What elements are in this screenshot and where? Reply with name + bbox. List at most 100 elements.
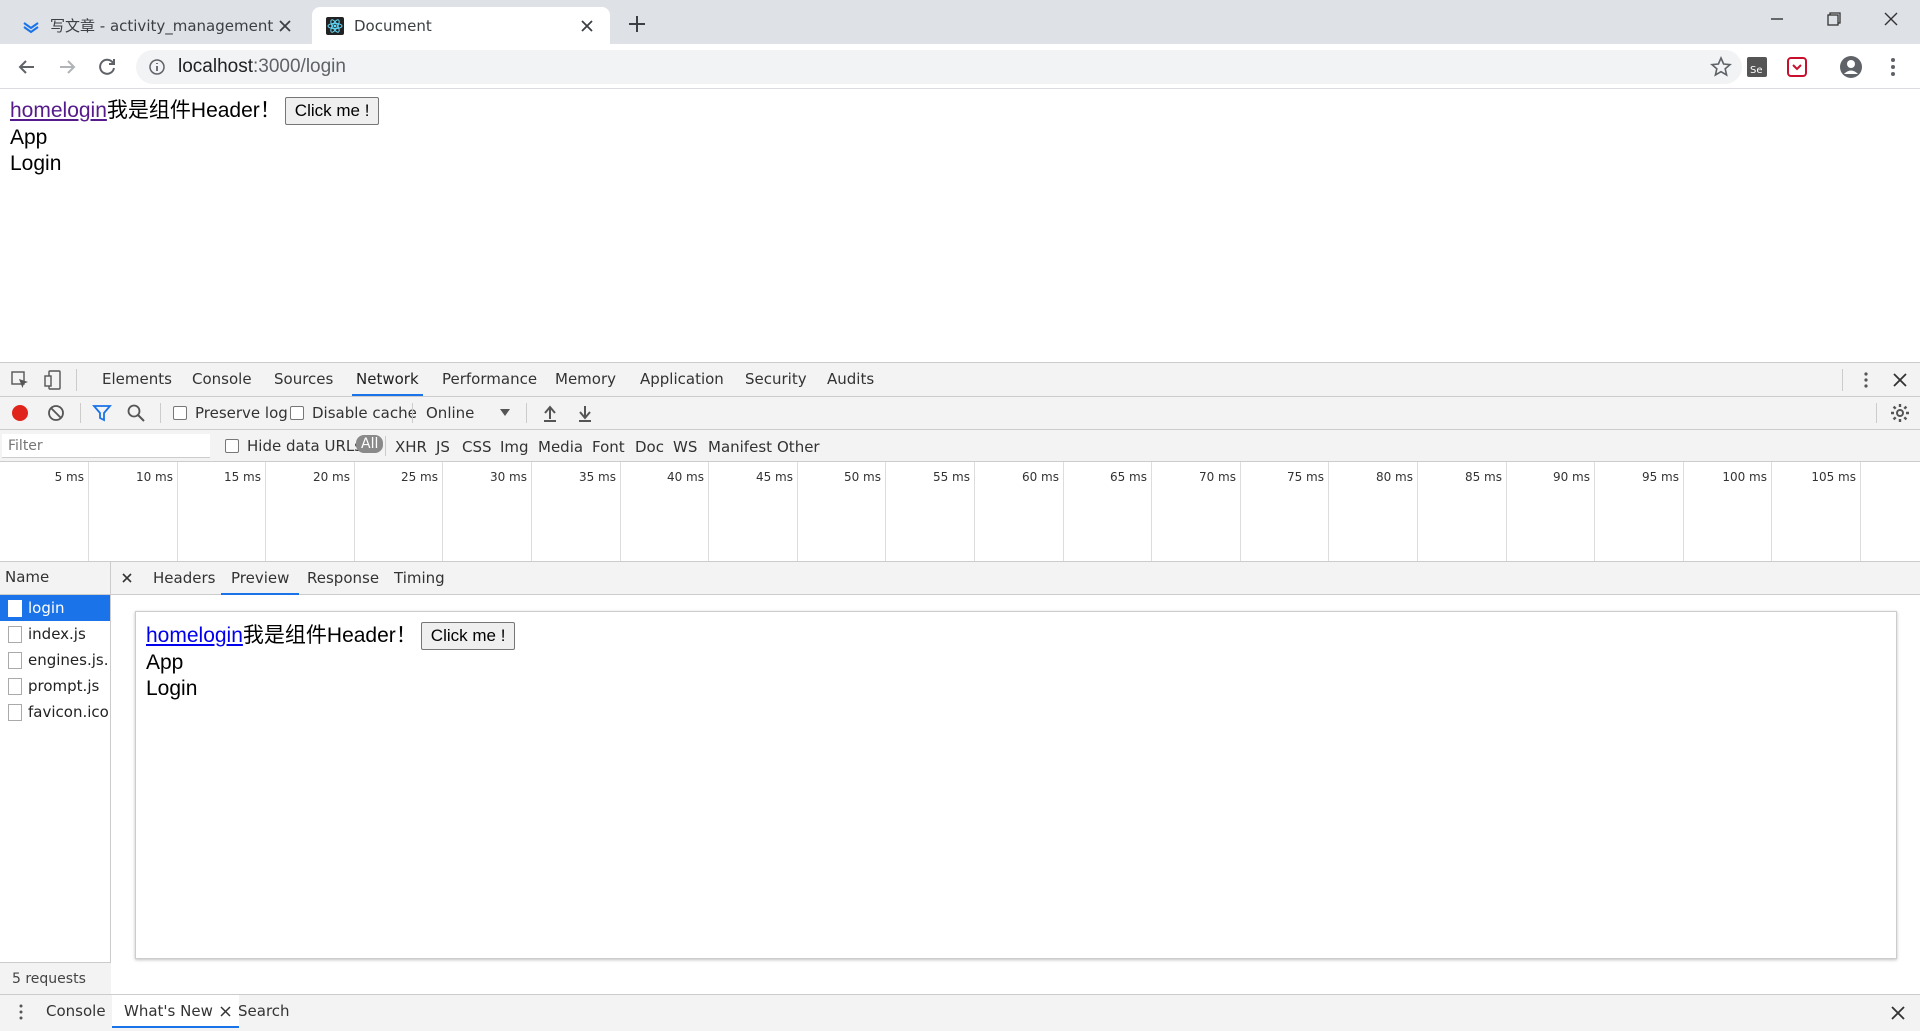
network-toolbar: Preserve log Disable cache Online [0,397,1920,430]
page-content: home login 我是组件Header！ Click me ! App Login [10,97,380,177]
profile-avatar-icon[interactable] [1838,54,1864,80]
filter-type-js[interactable]: JS [436,438,450,456]
separator [526,403,527,423]
pocket-extension-icon[interactable] [1784,54,1810,80]
preview-click-me-button[interactable]: Click me ! [420,622,516,650]
home-link[interactable]: home [10,98,63,124]
search-icon[interactable] [126,403,146,423]
request-name: login [28,599,65,617]
close-drawer-tab-icon[interactable] [220,1006,231,1017]
devtools-menu-icon[interactable] [1856,370,1876,390]
request-row[interactable]: index.js [0,621,110,647]
chevron-down-icon [500,409,510,416]
drawer-menu-icon[interactable] [12,1003,30,1021]
name-column-header[interactable]: Name [0,562,110,595]
browser-tab-2[interactable]: Document [312,7,610,44]
filter-icon[interactable] [92,403,112,423]
network-overview-timeline[interactable]: 5 ms 10 ms 15 ms 20 ms 25 ms 30 ms 35 ms 40 ms 4… [0,462,1920,562]
close-drawer-icon[interactable] [1890,1005,1906,1021]
tab-elements[interactable]: Elements [100,363,174,396]
timeline-tick-label: 55 ms [932,470,970,484]
url-path: :3000/login [253,56,346,77]
tab-close-icon[interactable] [578,17,596,35]
file-icon [8,678,22,695]
timeline-gridline [797,462,798,561]
tab-memory[interactable]: Memory [553,363,618,396]
request-items: login index.js engines.js... prompt.js favic… [0,595,110,725]
filter-bar: Hide data URLs All XHR JS CSS Img Media … [0,430,1920,462]
request-row[interactable]: prompt.js [0,673,110,699]
filter-type-doc[interactable]: Doc [635,438,664,456]
preview-home-link[interactable]: home [146,623,199,649]
record-icon[interactable] [10,403,30,423]
new-tab-icon[interactable] [624,11,650,37]
disable-cache-label: Disable cache [312,404,417,422]
tab-sources[interactable]: Sources [272,363,335,396]
login-link[interactable]: login [63,98,107,124]
close-window-icon[interactable] [1876,8,1906,30]
clear-icon[interactable] [46,403,66,423]
request-row[interactable]: engines.js... [0,647,110,673]
filter-type-css[interactable]: CSS [462,438,492,456]
filter-input[interactable] [2,434,210,458]
filter-type-ws[interactable]: WS [673,438,697,456]
throttle-select[interactable]: Online [420,401,516,425]
preserve-log-checkbox[interactable] [173,406,187,420]
drawer-tab-search[interactable]: Search [238,995,290,1028]
filter-type-media[interactable]: Media [538,438,583,456]
close-detail-icon[interactable] [121,572,133,584]
forward-icon[interactable] [54,54,80,80]
timeline-gridline [1860,462,1861,561]
zhihu-favicon-icon [23,21,39,33]
preview-login-link[interactable]: login [199,623,243,649]
import-har-icon[interactable] [540,403,560,423]
settings-gear-icon[interactable] [1890,403,1910,423]
filter-type-img[interactable]: Img [500,438,529,456]
preview-content: home login 我是组件Header！ Click me ! App Login [146,622,516,702]
tab-console[interactable]: Console [190,363,254,396]
restore-icon[interactable] [1818,8,1848,30]
detail-tab-response[interactable]: Response [307,562,379,595]
bookmark-star-icon[interactable] [1710,56,1732,78]
svg-text:Se: Se [1750,65,1763,76]
timeline-tick-label: 35 ms [578,470,616,484]
filter-type-font[interactable]: Font [592,438,625,456]
disable-cache-checkbox[interactable] [290,406,304,420]
device-toolbar-icon[interactable] [44,370,64,390]
filter-type-all[interactable]: All [356,435,384,453]
filter-type-manifest[interactable]: Manifest [708,438,772,456]
detail-tab-preview[interactable]: Preview [221,562,300,595]
filter-type-other[interactable]: Other [777,438,820,456]
drawer-tab-console[interactable]: Console [46,995,106,1028]
drawer-tab-whats-new[interactable]: What's New [112,995,239,1028]
tab-performance[interactable]: Performance [440,363,539,396]
tab-audits[interactable]: Audits [825,363,876,396]
tab-network[interactable]: Network [352,363,423,396]
timeline-tick-label: 60 ms [1021,470,1059,484]
minimize-icon[interactable] [1762,8,1792,30]
back-icon[interactable] [14,54,40,80]
detail-tab-headers[interactable]: Headers [153,562,215,595]
tab-application[interactable]: Application [638,363,726,396]
request-name: prompt.js [28,677,100,695]
timeline-gridline [88,462,89,561]
separator [412,403,413,423]
chrome-menu-icon[interactable] [1880,54,1906,80]
browser-tab-1[interactable]: 写文章 - activity_management [8,7,308,44]
inspect-element-icon[interactable] [10,370,30,390]
info-icon[interactable] [148,58,166,76]
devtools-close-icon[interactable] [1890,370,1910,390]
address-bar[interactable]: localhost:3000/login [136,50,1742,84]
request-row[interactable]: login [0,595,110,621]
tab-security[interactable]: Security [743,363,809,396]
timeline-tick-label: 15 ms [223,470,261,484]
reload-icon[interactable] [94,54,120,80]
request-row[interactable]: favicon.ico [0,699,110,725]
export-har-icon[interactable] [575,403,595,423]
selenium-extension-icon[interactable]: Se [1744,54,1770,80]
click-me-button[interactable]: Click me ! [284,97,380,125]
hide-data-urls-checkbox[interactable] [225,439,239,453]
tab-close-icon[interactable] [276,17,294,35]
filter-type-xhr[interactable]: XHR [395,438,427,456]
detail-tab-timing[interactable]: Timing [394,562,445,595]
